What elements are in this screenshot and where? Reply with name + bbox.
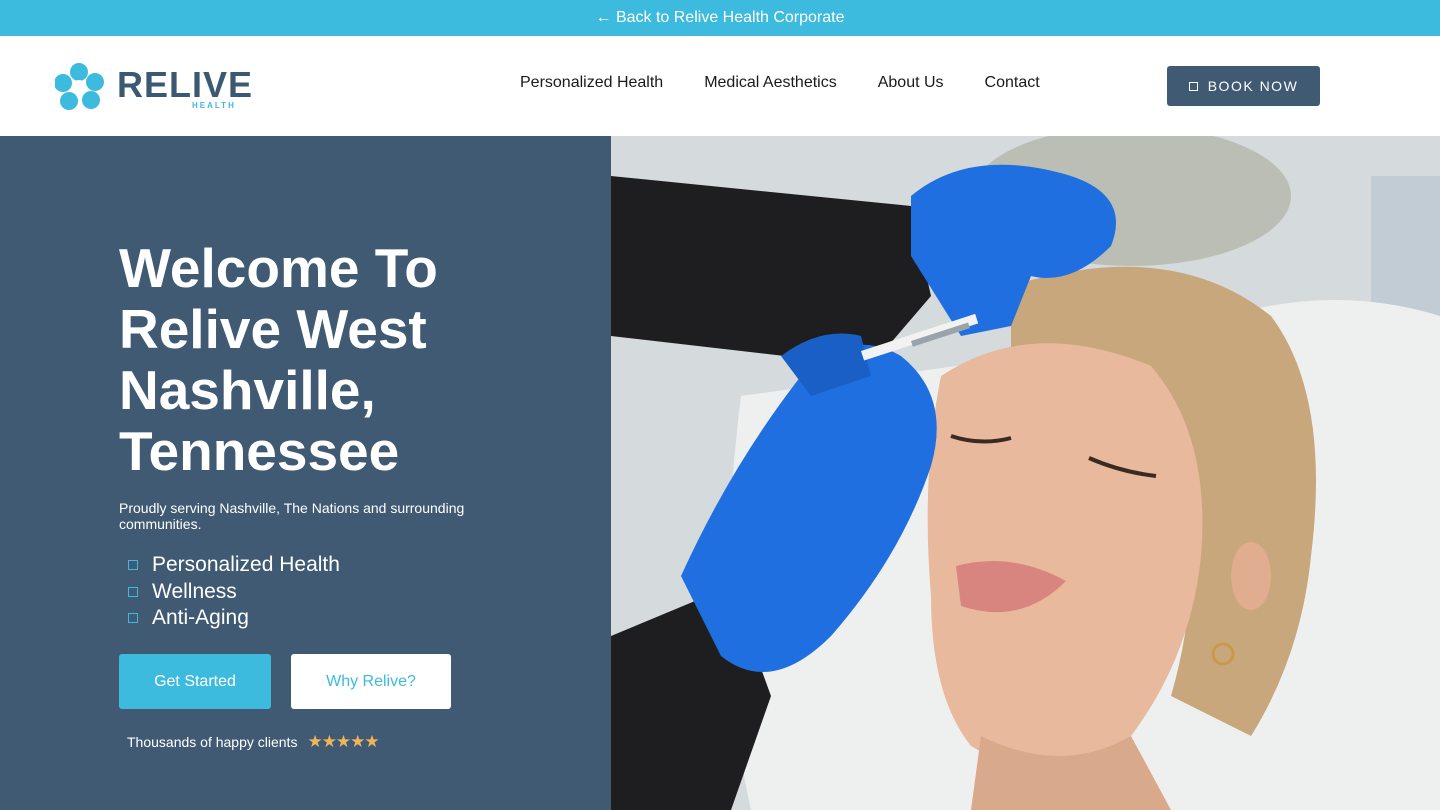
hero-panel: Welcome To Relive West Nashville, Tennes… bbox=[0, 136, 611, 810]
square-bullet-icon bbox=[128, 586, 138, 597]
brand-logo[interactable]: RELIVE HEALTH bbox=[55, 62, 265, 112]
relive-flower-logo-icon bbox=[55, 63, 104, 110]
square-bullet-icon bbox=[128, 613, 138, 624]
nav-item-medical-aesthetics[interactable]: Medical Aesthetics bbox=[704, 74, 837, 92]
nav-item-contact[interactable]: Contact bbox=[985, 74, 1040, 92]
why-relive-button[interactable]: Why Relive? bbox=[291, 654, 451, 709]
star-icon: ★★★★★ bbox=[307, 732, 379, 751]
list-item: Personalized Health bbox=[128, 552, 340, 579]
list-item: Anti-Aging bbox=[128, 605, 340, 632]
brand-subname: HEALTH bbox=[192, 101, 236, 110]
hero-subtitle: Proudly serving Nashville, The Nations a… bbox=[119, 500, 465, 532]
site-header: RELIVE HEALTH Personalized Health Medica… bbox=[0, 36, 1440, 136]
feature-list: Personalized Health Wellness Anti-Aging bbox=[128, 552, 340, 632]
nav-item-about-us[interactable]: About Us bbox=[878, 74, 944, 92]
hero-image bbox=[611, 136, 1440, 810]
nav-item-personalized-health[interactable]: Personalized Health bbox=[520, 74, 663, 92]
brand-name: RELIVE bbox=[117, 64, 254, 105]
announcement-bar: ← Back to Relive Health Corporate bbox=[0, 0, 1440, 36]
main-nav: Personalized Health Medical Aesthetics A… bbox=[520, 74, 1040, 92]
feature-label: Personalized Health bbox=[152, 553, 340, 577]
list-item: Wellness bbox=[128, 579, 340, 606]
square-bullet-icon bbox=[128, 560, 138, 571]
hero-photo-illustration bbox=[611, 136, 1440, 810]
reviews-text: Thousands of happy clients bbox=[127, 734, 298, 750]
hero-title: Welcome To Relive West Nashville, Tennes… bbox=[119, 237, 438, 482]
back-to-corporate-link[interactable]: ← Back to Relive Health Corporate bbox=[596, 9, 845, 27]
book-now-label: BOOK NOW bbox=[1207, 78, 1299, 94]
feature-label: Wellness bbox=[152, 579, 237, 603]
book-now-button[interactable]: BOOK NOW bbox=[1167, 66, 1320, 106]
reviews-summary: Thousands of happy clients ★★★★★ bbox=[127, 732, 380, 752]
get-started-button[interactable]: Get Started bbox=[119, 654, 271, 709]
square-icon bbox=[1188, 81, 1198, 91]
feature-label: Anti-Aging bbox=[152, 606, 249, 630]
